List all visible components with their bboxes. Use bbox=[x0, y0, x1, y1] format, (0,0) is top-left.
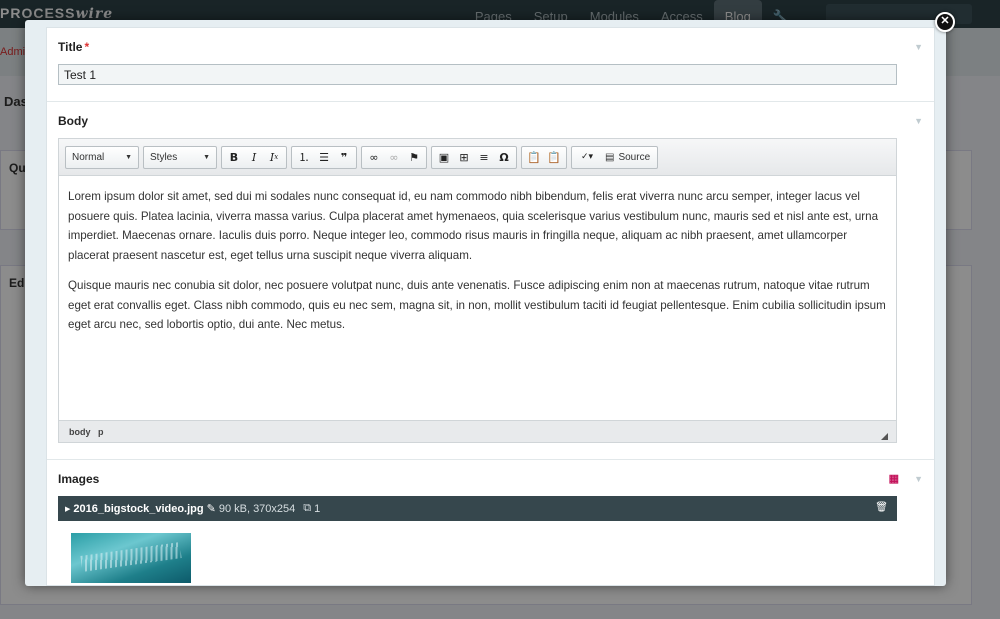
insert-group: ▣ ⊞ ≡ Ω bbox=[431, 145, 517, 169]
body-field: Body ▼ Normal ▼ Styles ▼ B I Ix ⒈ ☰ ❞ ∞ … bbox=[47, 102, 934, 460]
spellcheck-group: ✓▾ ▤ Source bbox=[571, 145, 659, 169]
format-select[interactable]: Normal ▼ bbox=[65, 145, 139, 169]
paste-group: 📋 📋 bbox=[521, 145, 567, 169]
grid-view-icon[interactable]: ▦ bbox=[889, 460, 899, 498]
images-field: Images ▦ ▼ ▶ 2016_bigstock_video.jpg ✎ 9… bbox=[47, 460, 934, 585]
paste-text-icon[interactable]: 📋 bbox=[524, 148, 544, 167]
image-filename: 2016_bigstock_video.jpg bbox=[73, 502, 204, 515]
chevron-down-icon[interactable]: ▼ bbox=[914, 28, 923, 66]
title-label: Title bbox=[58, 40, 83, 54]
variations-icon[interactable]: ⧉ bbox=[303, 502, 311, 515]
modal-form: Title* ▼ Body ▼ Normal ▼ Styles ▼ B I Ix bbox=[46, 27, 935, 586]
resize-handle-icon[interactable] bbox=[881, 433, 888, 440]
source-icon: ▤ bbox=[605, 151, 615, 163]
bold-icon[interactable]: B bbox=[224, 148, 244, 167]
table-icon[interactable]: ⊞ bbox=[454, 148, 474, 167]
blockquote-icon[interactable]: ❞ bbox=[334, 148, 354, 167]
close-icon[interactable]: ✕ bbox=[935, 12, 955, 32]
pencil-icon[interactable]: ✎ bbox=[207, 502, 216, 515]
styles-select[interactable]: Styles ▼ bbox=[143, 145, 217, 169]
text-style-group: B I Ix bbox=[221, 145, 287, 169]
body-label: Body bbox=[58, 114, 88, 128]
edit-modal: Title* ▼ Body ▼ Normal ▼ Styles ▼ B I Ix bbox=[25, 20, 946, 586]
image-size-dims: 90 kB, 370x254 bbox=[218, 502, 296, 515]
link-group: ∞ ∞ ⚑ bbox=[361, 145, 427, 169]
body-field-header[interactable]: Body ▼ bbox=[58, 102, 923, 138]
unlink-icon[interactable]: ∞ bbox=[384, 148, 404, 167]
title-field-header[interactable]: Title * ▼ bbox=[58, 28, 923, 64]
variations-count: 1 bbox=[314, 502, 321, 515]
horizontal-rule-icon[interactable]: ≡ bbox=[474, 148, 494, 167]
rich-text-editor: Normal ▼ Styles ▼ B I Ix ⒈ ☰ ❞ ∞ ∞ ⚑ ▣ ⊞… bbox=[58, 138, 897, 443]
source-label: Source bbox=[618, 151, 651, 163]
title-field: Title * ▼ bbox=[47, 28, 934, 102]
body-paragraph: Quisque mauris nec conubia sit dolor, ne… bbox=[68, 279, 886, 331]
format-select-value: Normal bbox=[72, 151, 105, 163]
images-field-header[interactable]: Images ▦ ▼ bbox=[58, 460, 923, 496]
list-group: ⒈ ☰ ❞ bbox=[291, 145, 357, 169]
trash-icon[interactable]: 🗑 bbox=[875, 502, 888, 513]
caret-right-icon[interactable]: ▶ bbox=[65, 505, 70, 513]
images-label: Images bbox=[58, 472, 100, 486]
editor-content[interactable]: Lorem ipsum dolor sit amet, sed dui mi s… bbox=[59, 176, 896, 420]
bulleted-list-icon[interactable]: ☰ bbox=[314, 148, 334, 167]
image-preview-area bbox=[58, 521, 897, 585]
title-input[interactable] bbox=[58, 64, 897, 85]
required-mark: * bbox=[84, 40, 90, 54]
image-thumbnail[interactable] bbox=[71, 533, 191, 583]
styles-select-value: Styles bbox=[150, 151, 178, 163]
path-body[interactable]: body bbox=[69, 427, 91, 437]
paste-word-icon[interactable]: 📋 bbox=[544, 148, 564, 167]
caret-down-icon: ▼ bbox=[203, 153, 210, 161]
image-item-header[interactable]: ▶ 2016_bigstock_video.jpg ✎ 90 kB, 370x2… bbox=[58, 496, 897, 521]
remove-format-icon[interactable]: Ix bbox=[264, 148, 284, 167]
numbered-list-icon[interactable]: ⒈ bbox=[294, 148, 314, 167]
spellcheck-icon[interactable]: ✓▾ bbox=[574, 148, 600, 167]
anchor-flag-icon[interactable]: ⚑ bbox=[404, 148, 424, 167]
source-button[interactable]: ▤ Source bbox=[600, 152, 655, 163]
chevron-down-icon[interactable]: ▼ bbox=[914, 460, 923, 498]
special-char-icon[interactable]: Ω bbox=[494, 148, 514, 167]
link-icon[interactable]: ∞ bbox=[364, 148, 384, 167]
chevron-down-icon[interactable]: ▼ bbox=[914, 102, 923, 140]
path-p[interactable]: p bbox=[98, 427, 104, 437]
caret-down-icon: ▼ bbox=[125, 153, 132, 161]
italic-icon[interactable]: I bbox=[244, 148, 264, 167]
editor-statusbar: body p bbox=[59, 420, 896, 442]
image-icon[interactable]: ▣ bbox=[434, 148, 454, 167]
editor-toolbar: Normal ▼ Styles ▼ B I Ix ⒈ ☰ ❞ ∞ ∞ ⚑ ▣ ⊞… bbox=[59, 139, 896, 176]
body-paragraph: Lorem ipsum dolor sit amet, sed dui mi s… bbox=[68, 190, 879, 262]
